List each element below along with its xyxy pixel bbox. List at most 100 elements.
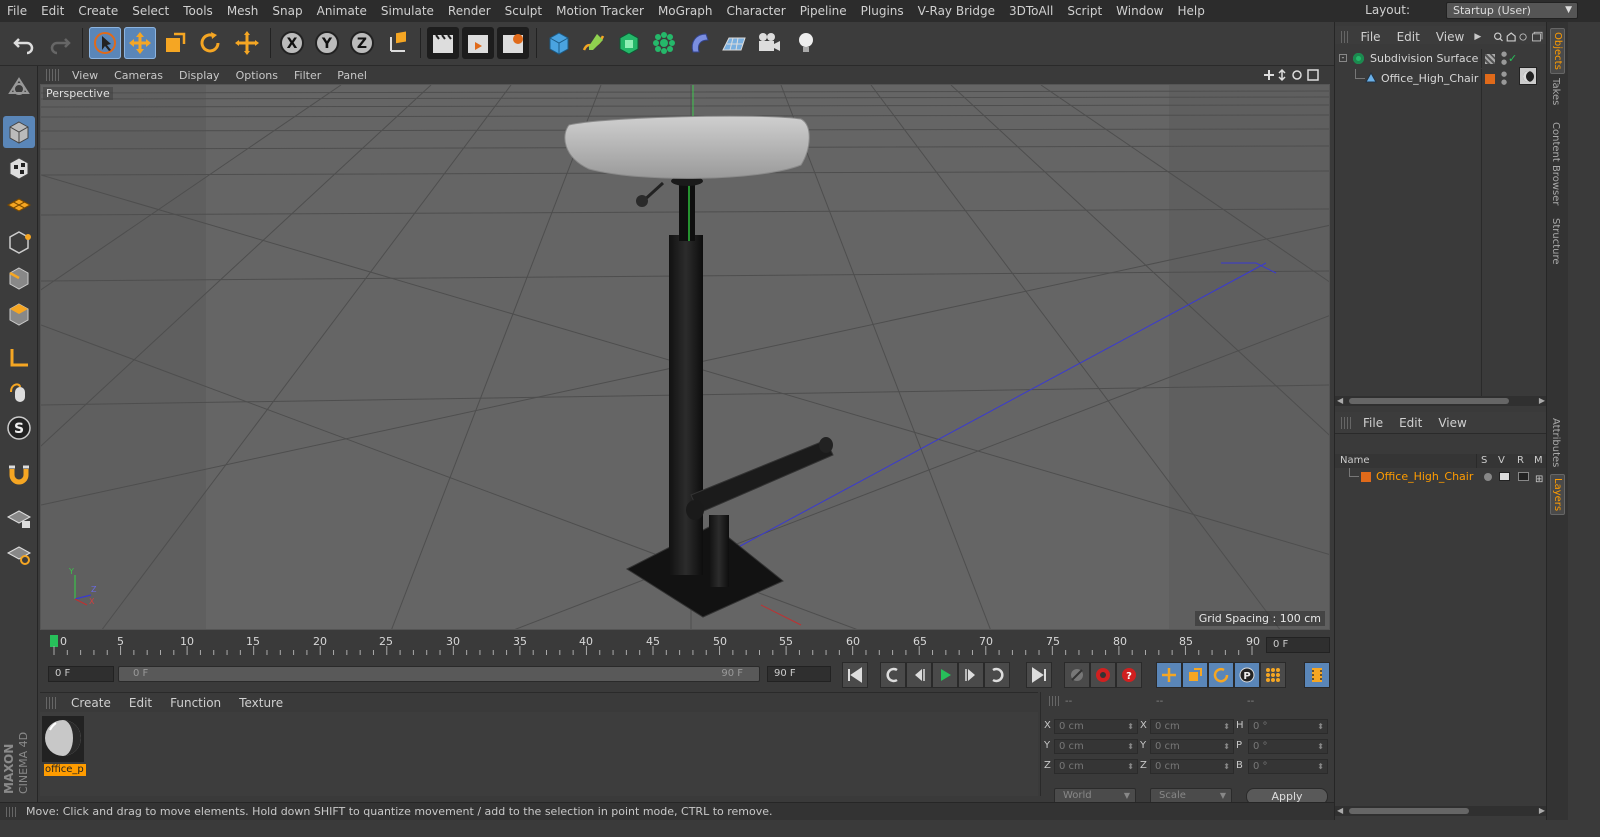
layer-name[interactable]: Office_High_Chair: [1376, 468, 1473, 486]
tab-layers[interactable]: Layers: [1550, 474, 1565, 516]
viewport-menu-view[interactable]: View: [64, 69, 106, 82]
layer-color-swatch[interactable]: [1361, 472, 1371, 482]
record-keyframe-off-button[interactable]: [1064, 662, 1090, 688]
menu-edit[interactable]: Edit: [34, 4, 71, 18]
position-y-field[interactable]: 0 cm ⬍: [1054, 739, 1138, 754]
start-frame-field[interactable]: 0 F: [48, 666, 114, 682]
panel-grip-icon[interactable]: [1341, 30, 1351, 43]
key-point-level-button[interactable]: [1260, 662, 1286, 688]
lock-workplane-button[interactable]: [3, 502, 35, 534]
points-mode-button[interactable]: [3, 226, 35, 258]
render-settings-button[interactable]: [497, 27, 529, 59]
tab-takes[interactable]: Takes: [1550, 78, 1561, 105]
workplane-align-button[interactable]: [3, 538, 35, 570]
menu-create[interactable]: Create: [71, 4, 125, 18]
collapse-toggle-icon[interactable]: -: [1339, 54, 1347, 62]
menu-pipeline[interactable]: Pipeline: [793, 4, 854, 18]
axis-mode-button[interactable]: [3, 342, 35, 374]
menu-simulate[interactable]: Simulate: [374, 4, 441, 18]
solo-toggle-icon[interactable]: [1484, 473, 1492, 481]
tweak-mode-button[interactable]: [3, 376, 35, 408]
layer-swatch-icon[interactable]: [1485, 54, 1495, 64]
menu-script[interactable]: Script: [1060, 4, 1109, 18]
next-key-button[interactable]: [984, 662, 1010, 688]
timeline-ruler[interactable]: 0 5 10 15 20 25 30 35 40 45 50 55 60 65 …: [40, 632, 1262, 658]
spline-pen-button[interactable]: [578, 27, 610, 59]
layer-menu-edit[interactable]: Edit: [1391, 416, 1430, 430]
viewport-menu-options[interactable]: Options: [228, 69, 286, 82]
object-menu-view[interactable]: View: [1428, 30, 1472, 44]
layer-menu-file[interactable]: File: [1355, 416, 1391, 430]
panel-grip-icon[interactable]: [1341, 416, 1353, 429]
x-axis-lock-button[interactable]: X: [276, 27, 308, 59]
visibility-dots-icon[interactable]: ● ●: [1501, 50, 1507, 66]
menu-mograph[interactable]: MoGraph: [651, 4, 720, 18]
edges-mode-button[interactable]: [3, 262, 35, 294]
model-mode-button[interactable]: [3, 116, 35, 148]
scale-tool-button[interactable]: [159, 27, 191, 59]
menu-render[interactable]: Render: [441, 4, 498, 18]
layer-col-solo[interactable]: S: [1481, 455, 1487, 466]
magnet-snap-button[interactable]: [3, 458, 35, 490]
rotation-b-field[interactable]: 0 ° ⬍: [1248, 759, 1328, 774]
object-manager-tools[interactable]: [1493, 30, 1547, 44]
object-row[interactable]: - Subdivision Surface ● ● ✓: [1335, 49, 1547, 68]
deformer-button[interactable]: [683, 27, 715, 59]
menu-select[interactable]: Select: [125, 4, 176, 18]
tab-attributes[interactable]: Attributes: [1550, 418, 1561, 467]
go-to-start-button[interactable]: [842, 662, 868, 688]
viewport-nav-icons[interactable]: [1262, 68, 1322, 82]
material-name-label[interactable]: office_p: [44, 764, 86, 776]
key-scale-button[interactable]: [1182, 662, 1208, 688]
layer-color-swatch[interactable]: [1485, 74, 1495, 84]
menu-mesh[interactable]: Mesh: [220, 4, 266, 18]
panel-grip-icon[interactable]: [6, 807, 18, 817]
layer-col-name[interactable]: Name: [1340, 455, 1370, 466]
material-menu-function[interactable]: Function: [161, 696, 230, 710]
render-clapper-icon[interactable]: [1518, 472, 1529, 481]
timeline-window-button[interactable]: [1304, 662, 1330, 688]
menu-vray-bridge[interactable]: V-Ray Bridge: [911, 4, 1002, 18]
scroll-right-icon[interactable]: ▶: [1539, 396, 1545, 405]
menu-plugins[interactable]: Plugins: [854, 4, 911, 18]
scrollbar-thumb[interactable]: [1349, 808, 1469, 814]
menu-sculpt[interactable]: Sculpt: [498, 4, 549, 18]
enabled-check-icon[interactable]: ✓: [1508, 49, 1517, 68]
viewport-menu-filter[interactable]: Filter: [286, 69, 329, 82]
add-cube-button[interactable]: [543, 27, 575, 59]
redo-button[interactable]: [44, 27, 76, 59]
material-tag-icon[interactable]: [1519, 67, 1537, 85]
autokeying-button[interactable]: ?: [1116, 662, 1142, 688]
current-frame-field[interactable]: 0 F: [1266, 637, 1330, 653]
rotation-p-field[interactable]: 0 ° ⬍: [1248, 739, 1328, 754]
object-name[interactable]: Subdivision Surface: [1370, 49, 1478, 68]
key-position-button[interactable]: [1156, 662, 1182, 688]
menu-character[interactable]: Character: [719, 4, 792, 18]
panel-grip-icon[interactable]: [46, 696, 58, 709]
last-tool-button[interactable]: [231, 27, 263, 59]
object-name[interactable]: Office_High_Chair: [1381, 69, 1478, 88]
viewport-camera-label[interactable]: Perspective: [43, 87, 113, 100]
live-selection-button[interactable]: [89, 27, 121, 59]
material-menu-texture[interactable]: Texture: [230, 696, 292, 710]
office-high-chair-model[interactable]: [564, 115, 834, 618]
undo-button[interactable]: [8, 27, 40, 59]
manager-toggle-icon[interactable]: ⊞: [1535, 471, 1543, 489]
object-menu-edit[interactable]: Edit: [1389, 30, 1428, 44]
menu-tools[interactable]: Tools: [176, 4, 220, 18]
size-z-field[interactable]: 0 cm ⬍: [1150, 759, 1234, 774]
previous-frame-button[interactable]: [906, 662, 932, 688]
menu-motion-tracker[interactable]: Motion Tracker: [549, 4, 651, 18]
layer-col-render[interactable]: R: [1517, 455, 1524, 466]
size-x-field[interactable]: 0 cm ⬍: [1150, 719, 1234, 734]
layer-col-manager[interactable]: M: [1534, 455, 1543, 466]
rotate-tool-button[interactable]: [194, 27, 226, 59]
layer-manager-scrollbar[interactable]: ◀ ▶: [1335, 806, 1547, 816]
viewport-menu-panel[interactable]: Panel: [329, 69, 375, 82]
object-row[interactable]: Office_High_Chair ● ●: [1335, 67, 1547, 88]
end-frame-field[interactable]: 90 F: [767, 666, 831, 682]
light-button[interactable]: [790, 27, 822, 59]
tab-content-browser[interactable]: Content Browser: [1550, 122, 1561, 205]
menu-help[interactable]: Help: [1170, 4, 1211, 18]
material-swatch[interactable]: office_p: [42, 716, 86, 776]
